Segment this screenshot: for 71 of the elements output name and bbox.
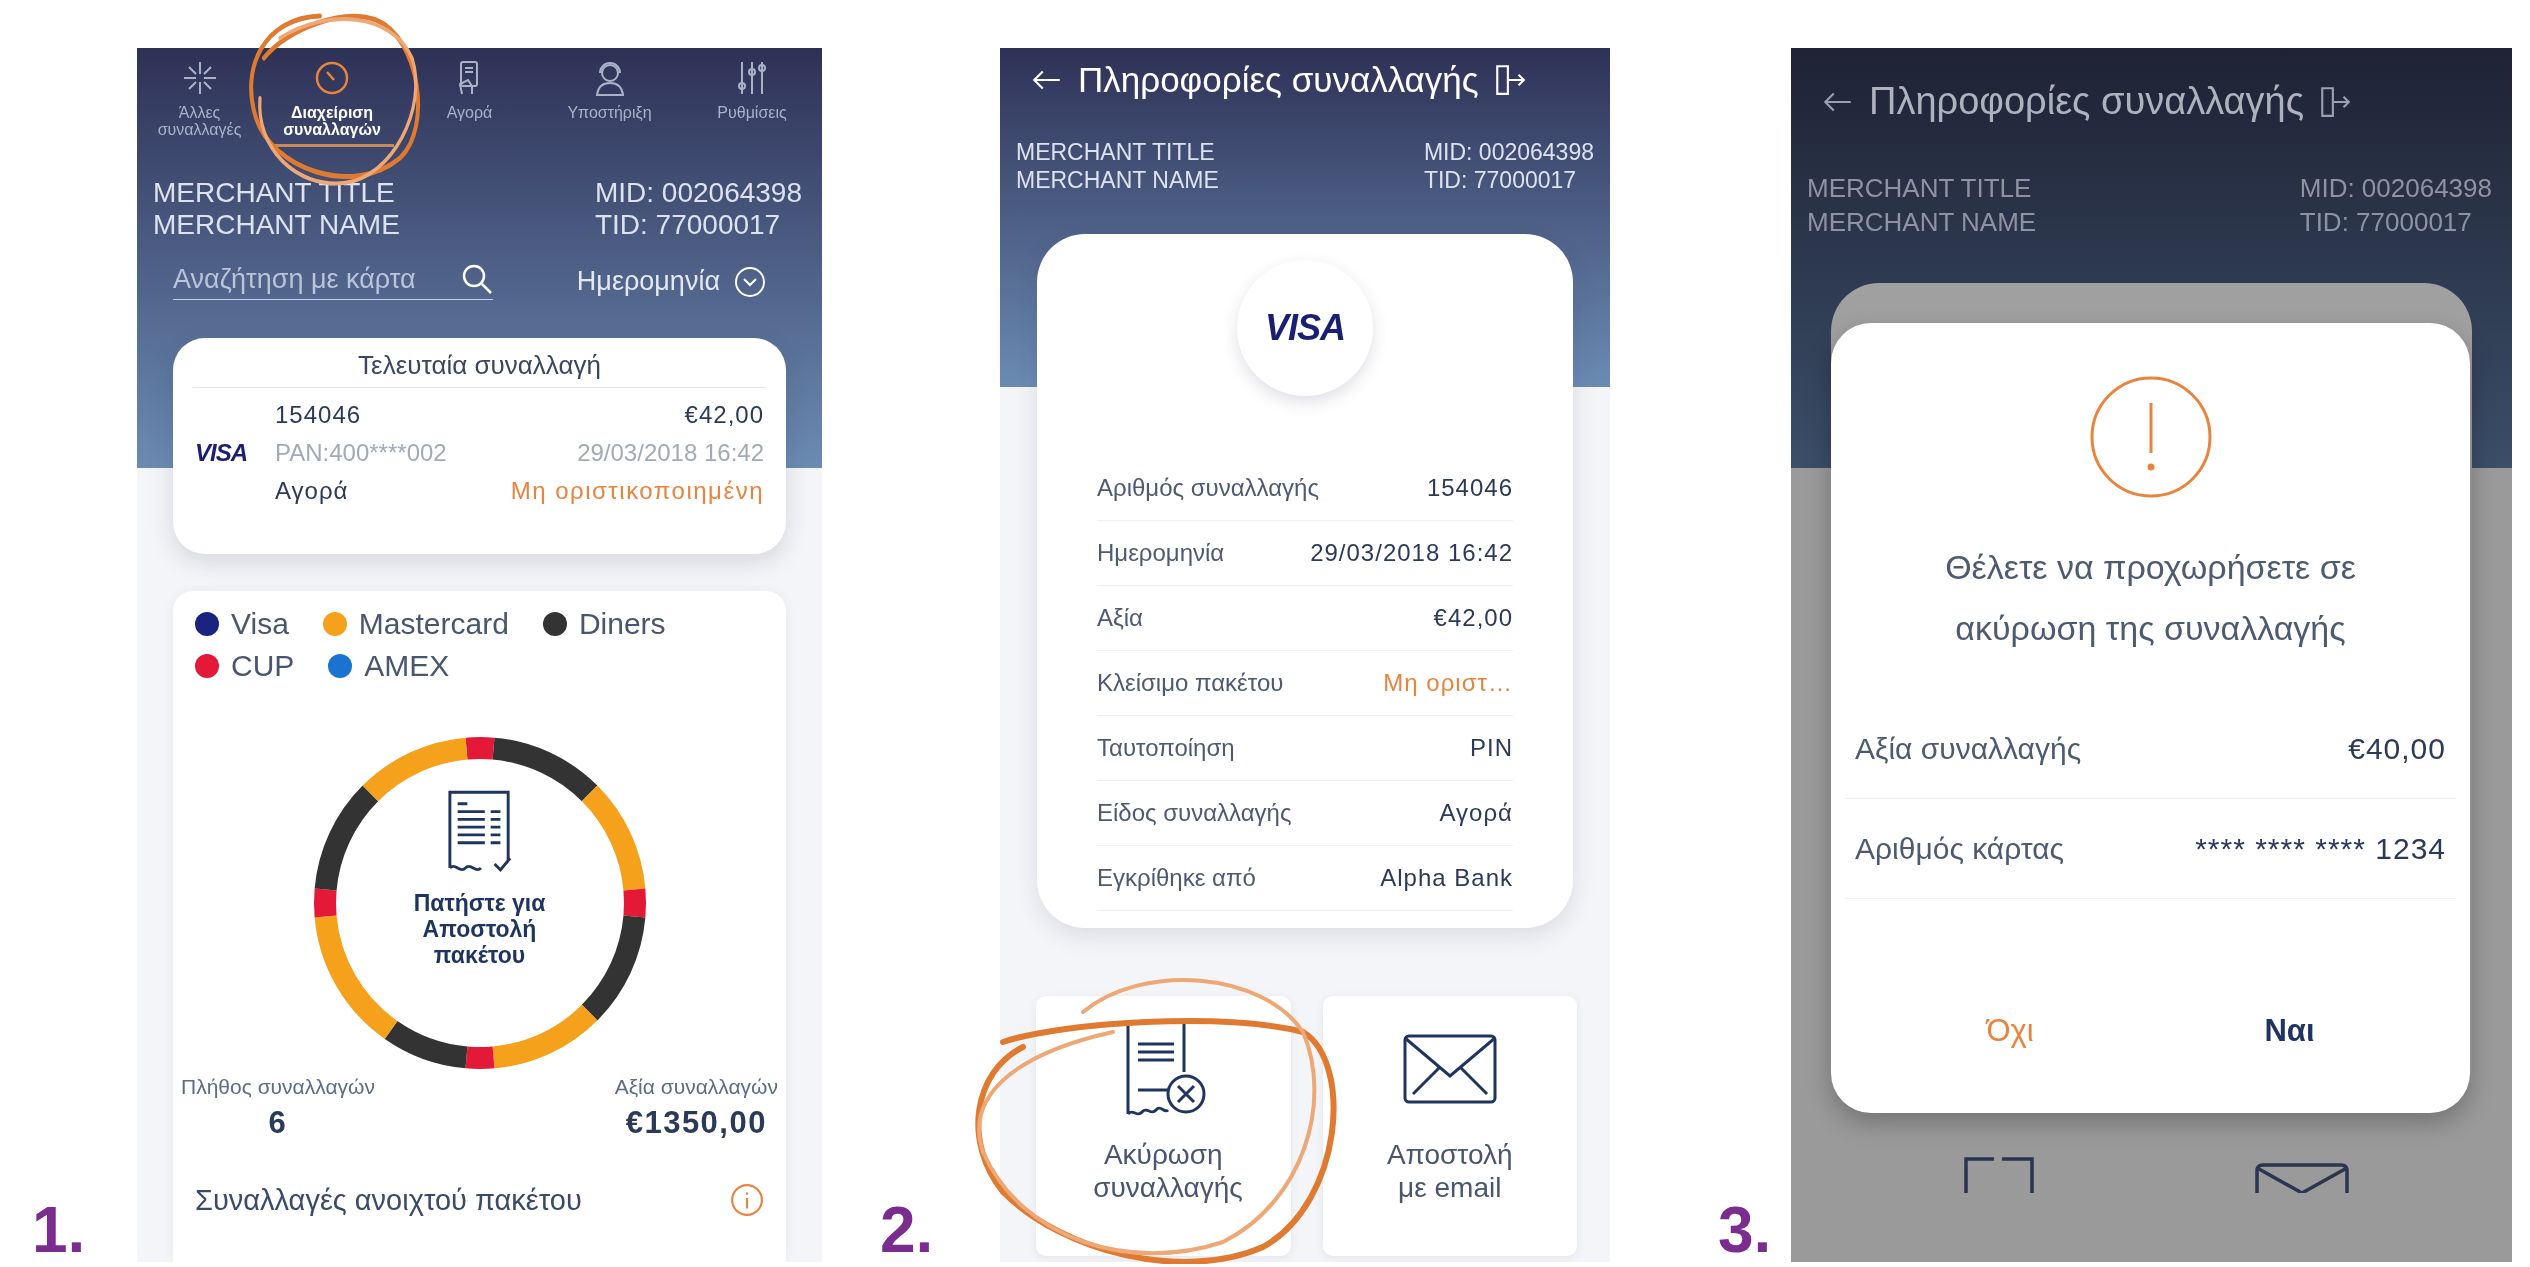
- transaction-amount: €42,00: [684, 401, 764, 429]
- legend-label: AMEX: [364, 649, 450, 683]
- merchant-name: MERCHANT NAME: [1807, 206, 2037, 239]
- legend-label: Diners: [578, 607, 666, 641]
- terminal-id: TID: 77000017: [594, 209, 782, 241]
- card-title: Τελευταία συναλλαγή: [193, 350, 766, 388]
- stat-value: 6: [268, 1105, 288, 1141]
- search-icon: [461, 263, 493, 295]
- transaction-number: 154046: [275, 401, 362, 429]
- visa-logo: VISA: [195, 439, 248, 467]
- exit-icon[interactable]: [2318, 84, 2352, 119]
- masked-pan: PAN:400****002: [275, 439, 447, 467]
- transaction-type: Αγορά: [275, 477, 349, 505]
- detail-label: Αριθμός κάρτας: [1855, 831, 2065, 866]
- merchant-title: MERCHANT TITLE: [1016, 138, 1216, 166]
- stat-label: Πλήθος συναλλαγών: [181, 1075, 375, 1099]
- last-transaction-card[interactable]: Τελευταία συναλλαγή VISA 154046 €42,00 PAN:400****002 29/03/2018 16:42 Αγορά Μη οριστικοποιημένη: [173, 338, 786, 554]
- dialog-message: Θέλετε να προχωρήσετε σε ακύρωση της συναλλαγής: [1944, 547, 2357, 649]
- detail-label: Κλείσιμο πακέτου: [1097, 669, 1284, 697]
- detail-value: Μη οριστ…: [1383, 669, 1513, 697]
- send-batch-button[interactable]: Πατήστε για Αποστολή πακέτου: [379, 788, 580, 968]
- dialog-button[interactable]: Ναι: [2244, 1005, 2335, 1057]
- screen-title: Πληροφορίες συναλλαγής: [1078, 60, 1479, 100]
- detail-label: Αξία: [1097, 604, 1143, 632]
- warning-icon: [2088, 375, 2213, 499]
- screen-title: Πληροφορίες συναλλαγής: [1869, 80, 2304, 123]
- nav-tab[interactable]: Ρυθμίσεις: [690, 58, 814, 147]
- detail-value: 29/03/2018 16:42: [1310, 539, 1513, 567]
- merchant-id: MID: 002064398: [2299, 172, 2492, 205]
- merchant-name: MERCHANT NAME: [1016, 166, 1219, 194]
- detail-value: PIN: [1470, 734, 1513, 762]
- detail-label: Ταυτοποίηση: [1097, 734, 1235, 762]
- detail-value: €42,00: [1433, 604, 1513, 632]
- stat-value: €1350,00: [625, 1105, 767, 1141]
- terminal-id: TID: 77000017: [2299, 206, 2473, 239]
- merchant-id: MID: 002064398: [1423, 138, 1594, 166]
- action-tile[interactable]: Αποστολή με email: [1322, 996, 1577, 1256]
- detail-label: Είδος συναλλαγής: [1097, 799, 1292, 827]
- step-number: 1.: [32, 1194, 86, 1266]
- transaction-datetime: 29/03/2018 16:42: [577, 439, 764, 467]
- date-filter-button[interactable]: Ημερομηνία: [576, 265, 766, 298]
- detail-label: Ημερομηνία: [1097, 539, 1225, 567]
- detail-value: **** **** **** 1234: [2195, 831, 2446, 866]
- detail-value: Alpha Bank: [1380, 864, 1513, 892]
- merchant-id: MID: 002064398: [594, 177, 802, 209]
- search-field[interactable]: Αναζήτηση με κάρτα: [173, 263, 493, 300]
- stat-label: Αξία συναλλαγών: [614, 1075, 778, 1099]
- detail-value: Αγορά: [1439, 799, 1513, 827]
- detail-label: Εγκρίθηκε από: [1097, 864, 1256, 892]
- chevron-down-icon: [734, 265, 766, 298]
- detail-label: Αξία συναλλαγής: [1855, 731, 2082, 766]
- legend-label: CUP: [231, 649, 295, 683]
- legend-label: Visa: [231, 607, 289, 641]
- merchant-title: MERCHANT TITLE: [1807, 172, 2033, 205]
- nav-tab[interactable]: Διαχείριση συναλλαγών: [270, 58, 394, 147]
- info-icon[interactable]: [730, 1183, 764, 1217]
- detail-value: €40,00: [2348, 731, 2446, 766]
- transaction-status: Μη οριστικοποιημένη: [510, 477, 764, 505]
- open-batch-label: Συναλλαγές ανοιχτού πακέτου: [195, 1183, 582, 1217]
- step-number: 2.: [880, 1194, 934, 1266]
- visa-logo: VISA: [1265, 307, 1345, 349]
- nav-tab[interactable]: Άλλες συναλλαγές: [145, 58, 254, 147]
- legend-label: Mastercard: [358, 607, 509, 641]
- nav-tab[interactable]: Αγορά: [410, 58, 529, 147]
- action-tile[interactable]: Ακύρωση συναλλαγής: [1036, 996, 1291, 1256]
- terminal-id: TID: 77000017: [1423, 166, 1578, 194]
- detail-value: 154046: [1426, 474, 1513, 502]
- merchant-name: MERCHANT NAME: [153, 209, 400, 241]
- step-number: 3.: [1718, 1194, 1772, 1266]
- nav-tab[interactable]: Υποστήριξη: [545, 58, 674, 147]
- detail-label: Αριθμός συναλλαγής: [1097, 474, 1319, 502]
